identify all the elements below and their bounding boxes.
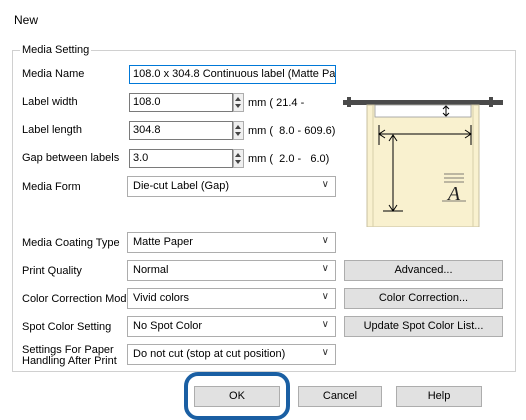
chevron-down-icon: ∨	[321, 291, 329, 302]
quality-label: Print Quality	[22, 265, 82, 277]
printer-head-bar	[343, 100, 503, 105]
media-form-select[interactable]: Die-cut Label (Gap) ∨	[127, 176, 336, 197]
gap-label: Gap between labels	[22, 152, 120, 164]
color-correction-select[interactable]: Vivid colors ∨	[127, 288, 336, 309]
printer-head-left	[347, 97, 351, 107]
media-form-value: Die-cut Label (Gap)	[133, 180, 229, 192]
spin-down-icon	[235, 132, 241, 136]
label-length-input[interactable]: 304.8	[129, 121, 233, 140]
gap-spinner[interactable]	[233, 149, 244, 168]
color-correction-value: Vivid colors	[133, 292, 190, 304]
spot-color-value: No Spot Color	[133, 320, 203, 332]
color-correction-button[interactable]: Color Correction...	[344, 288, 503, 309]
label-width-input[interactable]: 108.0	[129, 93, 233, 112]
ok-highlight-outline	[184, 372, 290, 420]
label-width-label: Label width	[22, 96, 78, 108]
group-label: Media Setting	[20, 44, 92, 56]
label-preview-diagram: A	[343, 97, 503, 227]
quality-value: Normal	[133, 264, 169, 276]
sample-glyph-icon: A	[446, 183, 461, 205]
quality-select[interactable]: Normal ∨	[127, 260, 336, 281]
chevron-down-icon: ∨	[321, 347, 329, 358]
color-correction-label: Color Correction Mode	[22, 293, 133, 305]
chevron-down-icon: ∨	[321, 235, 329, 246]
window-title: New	[14, 13, 39, 27]
spin-down-icon	[235, 104, 241, 108]
spin-down-icon	[235, 160, 241, 164]
label-length-unit: mm ( 8.0 - 609.6)	[248, 125, 336, 137]
label-paper	[366, 104, 480, 227]
chevron-down-icon: ∨	[321, 263, 329, 274]
handling-label-line2: Handling After Print	[22, 355, 117, 367]
label-length-spinner[interactable]	[233, 121, 244, 140]
gap-region	[374, 104, 472, 118]
label-width-spinner[interactable]	[233, 93, 244, 112]
handling-value: Do not cut (stop at cut position)	[133, 348, 286, 360]
handling-label: Settings For Paper Handling After Print	[22, 345, 117, 367]
media-form-label: Media Form	[22, 181, 81, 193]
label-width-unit: mm ( 21.4 -	[248, 97, 305, 109]
coating-value: Matte Paper	[133, 236, 193, 248]
media-name-label: Media Name	[22, 68, 85, 80]
update-spot-color-button[interactable]: Update Spot Color List...	[344, 316, 503, 337]
media-name-input[interactable]: 108.0 x 304.8 Continuous label (Matte Pa…	[129, 65, 336, 84]
chevron-down-icon: ∨	[321, 319, 329, 330]
spin-up-icon	[235, 125, 241, 129]
label-length-label: Label length	[22, 124, 82, 136]
help-button[interactable]: Help	[396, 386, 482, 407]
spot-color-select[interactable]: No Spot Color ∨	[127, 316, 336, 337]
coating-select[interactable]: Matte Paper ∨	[127, 232, 336, 253]
gap-input[interactable]: 3.0	[129, 149, 233, 168]
coating-label: Media Coating Type	[22, 237, 120, 249]
chevron-down-icon: ∨	[321, 179, 329, 190]
gap-unit: mm ( 2.0 - 6.0)	[248, 153, 330, 165]
printer-head-right	[489, 97, 493, 107]
spin-up-icon	[235, 153, 241, 157]
handling-select[interactable]: Do not cut (stop at cut position) ∨	[127, 344, 336, 365]
advanced-button[interactable]: Advanced...	[344, 260, 503, 281]
spot-color-label: Spot Color Setting	[22, 321, 112, 333]
cancel-button[interactable]: Cancel	[298, 386, 382, 407]
spin-up-icon	[235, 97, 241, 101]
